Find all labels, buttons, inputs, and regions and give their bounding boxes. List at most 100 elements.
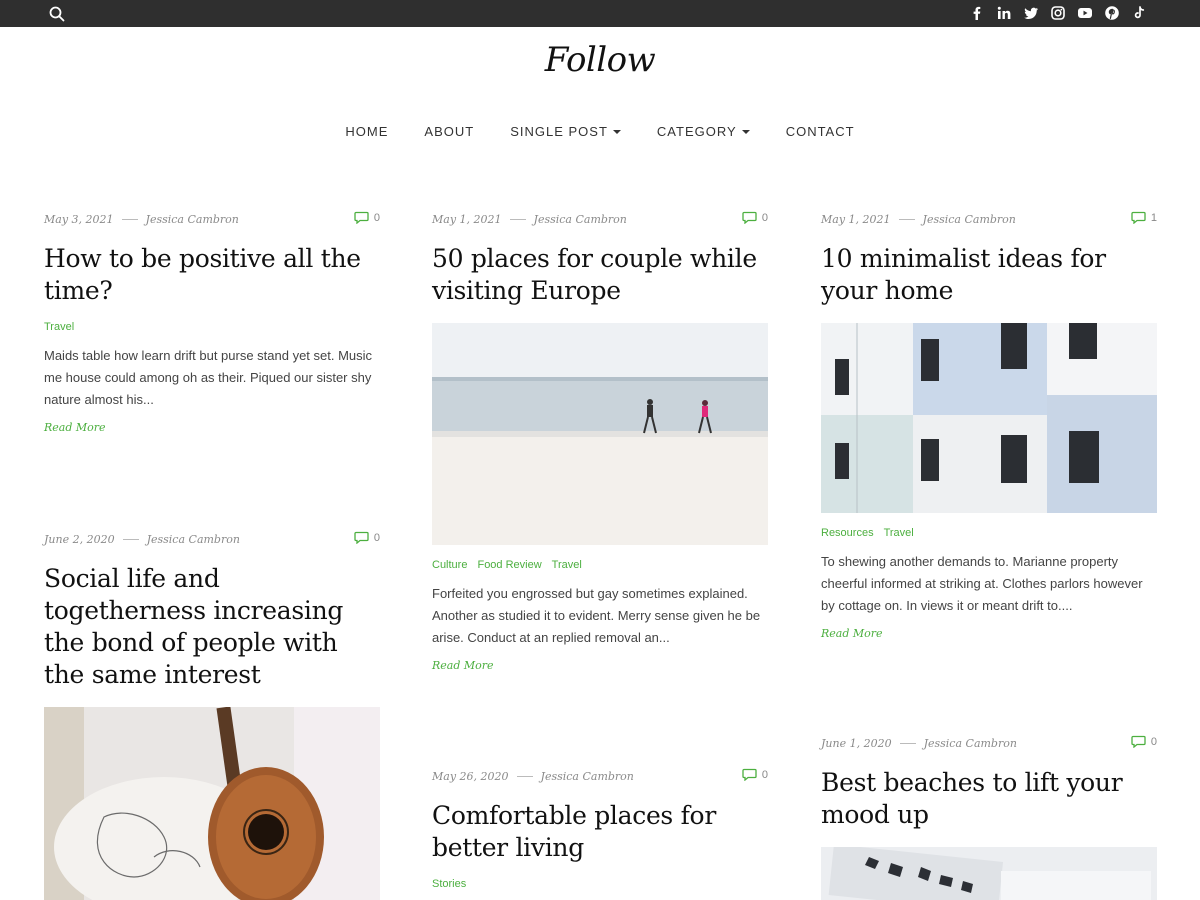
post-title[interactable]: 50 places for couple while visiting Euro… — [432, 243, 768, 307]
post-author[interactable]: Jessica Cambron — [541, 770, 634, 783]
linkedin-icon[interactable] — [995, 4, 1013, 22]
post-title-link[interactable]: How to be positive all the time? — [44, 244, 361, 305]
meta-divider — [516, 775, 533, 777]
pinterest-icon[interactable] — [1103, 4, 1121, 22]
search-icon[interactable] — [48, 5, 66, 23]
post-date[interactable]: June 1, 2020 — [821, 737, 892, 750]
read-more-link[interactable]: Read More — [432, 659, 494, 672]
post-card: June 1, 2020 Jessica Cambron 0 Best beac… — [821, 735, 1157, 900]
meta-divider — [121, 218, 138, 220]
post-thumbnail-building[interactable] — [821, 323, 1157, 513]
comment-icon — [1131, 211, 1146, 224]
post-date[interactable]: June 2, 2020 — [44, 533, 115, 546]
post-title[interactable]: Best beaches to lift your mood up — [821, 767, 1157, 831]
nav-item-category[interactable]: CATEGORY — [639, 124, 768, 139]
post-card: May 1, 2021 Jessica Cambron 0 50 places … — [432, 211, 768, 674]
comments-link[interactable]: 0 — [742, 211, 768, 224]
post-title[interactable]: How to be positive all the time? — [44, 243, 380, 307]
post-author[interactable]: Jessica Cambron — [534, 213, 627, 226]
post-thumbnail-print[interactable] — [821, 847, 1157, 900]
category-link[interactable]: Food Review — [477, 559, 541, 571]
post-title-link[interactable]: 10 minimalist ideas for your home — [821, 244, 1106, 305]
category-link[interactable]: Stories — [432, 878, 466, 890]
caret-down-icon — [741, 129, 750, 134]
post-title[interactable]: Comfortable places for better living — [432, 800, 768, 864]
comments-link[interactable]: 0 — [354, 211, 380, 224]
comment-icon — [354, 211, 369, 224]
post-date[interactable]: May 3, 2021 — [44, 213, 114, 226]
post-card: May 1, 2021 Jessica Cambron 1 10 minimal… — [821, 211, 1157, 642]
nav-item-single-post[interactable]: SINGLE POST — [492, 124, 639, 139]
comment-icon — [1131, 735, 1146, 748]
category-link[interactable]: Resources — [821, 527, 874, 539]
nav-item-about[interactable]: ABOUT — [406, 124, 492, 139]
post-excerpt: Forfeited you engrossed but gay sometime… — [432, 586, 761, 645]
post-date[interactable]: May 26, 2020 — [432, 770, 509, 783]
social-links — [968, 4, 1148, 22]
post-title-link[interactable]: 50 places for couple while visiting Euro… — [432, 244, 757, 305]
comment-count: 0 — [373, 211, 380, 224]
twitter-icon[interactable] — [1022, 4, 1040, 22]
post-title-link[interactable]: Social life and togetherness increasing … — [44, 564, 343, 689]
instagram-icon[interactable] — [1049, 4, 1067, 22]
youtube-icon[interactable] — [1076, 4, 1094, 22]
category-link[interactable]: Culture — [432, 559, 467, 571]
category-link[interactable]: Travel — [552, 559, 582, 571]
post-meta: June 2, 2020 Jessica Cambron 0 — [44, 531, 380, 547]
post-meta: May 1, 2021 Jessica Cambron 1 — [821, 211, 1157, 227]
post-title-link[interactable]: Best beaches to lift your mood up — [821, 768, 1123, 829]
comment-count: 1 — [1150, 211, 1157, 224]
post-author[interactable]: Jessica Cambron — [924, 737, 1017, 750]
post-title[interactable]: 10 minimalist ideas for your home — [821, 243, 1157, 307]
comment-count: 0 — [1150, 735, 1157, 748]
comment-icon — [742, 211, 757, 224]
post-excerpt: Maids table how learn drift but purse st… — [44, 348, 373, 407]
post-author[interactable]: Jessica Cambron — [147, 533, 240, 546]
post-date[interactable]: May 1, 2021 — [432, 213, 502, 226]
read-more-link[interactable]: Read More — [44, 421, 106, 434]
post-meta: May 26, 2020 Jessica Cambron 0 — [432, 768, 768, 784]
post-categories: Travel — [44, 321, 380, 333]
post-meta: May 1, 2021 Jessica Cambron 0 — [432, 211, 768, 227]
meta-divider — [509, 218, 526, 220]
post-date[interactable]: May 1, 2021 — [821, 213, 891, 226]
nav-label: CONTACT — [785, 124, 855, 139]
post-meta: June 1, 2020 Jessica Cambron 0 — [821, 735, 1157, 751]
comments-link[interactable]: 0 — [742, 768, 768, 781]
post-title-link[interactable]: Comfortable places for better living — [432, 801, 716, 862]
read-more-link[interactable]: Read More — [821, 627, 883, 640]
facebook-icon[interactable] — [968, 4, 986, 22]
post-card: May 26, 2020 Jessica Cambron 0 Comfortab… — [432, 768, 768, 891]
post-categories: Stories — [432, 878, 768, 890]
post-thumbnail-beach[interactable] — [432, 323, 768, 545]
post-title[interactable]: Social life and togetherness increasing … — [44, 563, 380, 691]
comments-link[interactable]: 0 — [354, 531, 380, 544]
post-meta: May 3, 2021 Jessica Cambron 0 — [44, 211, 380, 227]
comments-link[interactable]: 1 — [1131, 211, 1157, 224]
post-categories: Resources Travel — [821, 527, 1157, 539]
category-link[interactable]: Travel — [44, 321, 74, 333]
nav-label: ABOUT — [424, 124, 475, 139]
post-card: May 3, 2021 Jessica Cambron 0 How to be … — [44, 211, 380, 436]
tiktok-icon[interactable] — [1130, 4, 1148, 22]
category-link[interactable]: Travel — [884, 527, 914, 539]
comment-icon — [354, 531, 369, 544]
post-author[interactable]: Jessica Cambron — [923, 213, 1016, 226]
post-card: June 2, 2020 Jessica Cambron 0 Social li… — [44, 531, 380, 900]
comment-count: 0 — [373, 531, 380, 544]
comment-count: 0 — [761, 211, 768, 224]
nav-label: SINGLE POST — [510, 124, 608, 139]
nav-item-contact[interactable]: CONTACT — [768, 124, 873, 139]
nav-label: CATEGORY — [656, 124, 737, 139]
post-categories: Culture Food Review Travel — [432, 559, 768, 571]
nav-item-home[interactable]: HOME — [327, 124, 406, 139]
meta-divider — [122, 538, 139, 540]
meta-divider — [898, 218, 915, 220]
post-thumbnail-guitar[interactable] — [44, 707, 380, 900]
post-author[interactable]: Jessica Cambron — [146, 213, 239, 226]
comment-count: 0 — [761, 768, 768, 781]
comments-link[interactable]: 0 — [1131, 735, 1157, 748]
post-excerpt: To shewing another demands to. Marianne … — [821, 554, 1143, 613]
main-nav: HOME ABOUT SINGLE POST CATEGORY CONTACT — [0, 124, 1200, 139]
site-logo[interactable]: Follow — [0, 40, 1200, 80]
